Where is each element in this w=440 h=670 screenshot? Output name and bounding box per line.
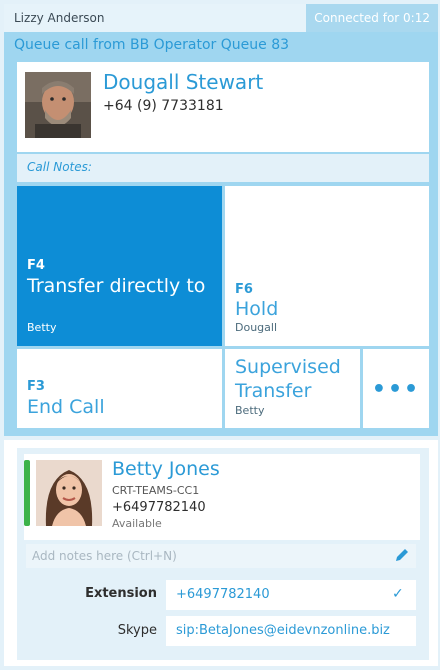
transfer-button[interactable]: F4 Transfer directly to Betty (17, 186, 222, 346)
hold-shortcut: F6 (235, 282, 253, 297)
check-icon: ✓ (392, 586, 404, 602)
end-call-label: End Call (27, 396, 105, 418)
contact-notes-input[interactable] (26, 544, 416, 568)
contact-avatar (36, 460, 102, 526)
more-options-button[interactable]: ••• (363, 349, 429, 428)
caller-name: Dougall Stewart (103, 70, 264, 94)
top-bar: Lizzy Anderson Connected for 0:12 (4, 4, 438, 32)
supervised-transfer-button[interactable]: Supervised Transfer Betty (225, 349, 360, 428)
call-notes-label: Call Notes: (27, 160, 92, 174)
transfer-label: Transfer directly to (27, 275, 206, 297)
transfer-target: Betty (27, 321, 57, 334)
more-dots-icon: ••• (371, 377, 421, 402)
contact-name: Betty Jones (112, 458, 220, 480)
active-call-card: Queue call from BB Operator Queue 83 Dou… (4, 32, 438, 436)
call-panel: Lizzy Anderson Connected for 0:12 Queue … (0, 0, 440, 670)
transfer-shortcut: F4 (27, 258, 45, 273)
contact-status: Available (112, 517, 162, 530)
skype-label: Skype (117, 623, 157, 638)
hold-label: Hold (235, 298, 279, 320)
call-notes-bar[interactable]: Call Notes: (17, 154, 429, 182)
presence-indicator (24, 460, 30, 526)
caller-phone: +64 (9) 7733181 (103, 98, 224, 114)
transfer-contact-card: Betty Jones CRT-TEAMS-CC1 +6497782140 Av… (4, 440, 438, 666)
agent-name: Lizzy Anderson (4, 4, 306, 32)
connected-timer: Connected for 0:12 (306, 4, 438, 32)
caller-avatar (25, 72, 91, 138)
supervised-transfer-label: Supervised Transfer (235, 356, 341, 402)
contact-team: CRT-TEAMS-CC1 (112, 484, 200, 497)
supervised-transfer-target: Betty (235, 404, 265, 417)
pencil-icon[interactable] (393, 546, 411, 564)
end-call-shortcut: F3 (27, 379, 45, 394)
hold-target: Dougall (235, 321, 278, 334)
contact-phone: +6497782140 (112, 500, 206, 515)
end-call-button[interactable]: F3 End Call (17, 349, 222, 428)
skype-value[interactable]: sip:BetaJones@eidevnzonline.biz (166, 616, 416, 646)
queue-label: Queue call from BB Operator Queue 83 (14, 37, 290, 53)
contact-info: Betty Jones CRT-TEAMS-CC1 +6497782140 Av… (24, 454, 420, 540)
hold-button[interactable]: F6 Hold Dougall (225, 186, 429, 346)
extension-value[interactable]: +6497782140 (166, 580, 416, 610)
caller-info: Dougall Stewart +64 (9) 7733181 (17, 62, 429, 152)
extension-label: Extension (85, 586, 157, 601)
